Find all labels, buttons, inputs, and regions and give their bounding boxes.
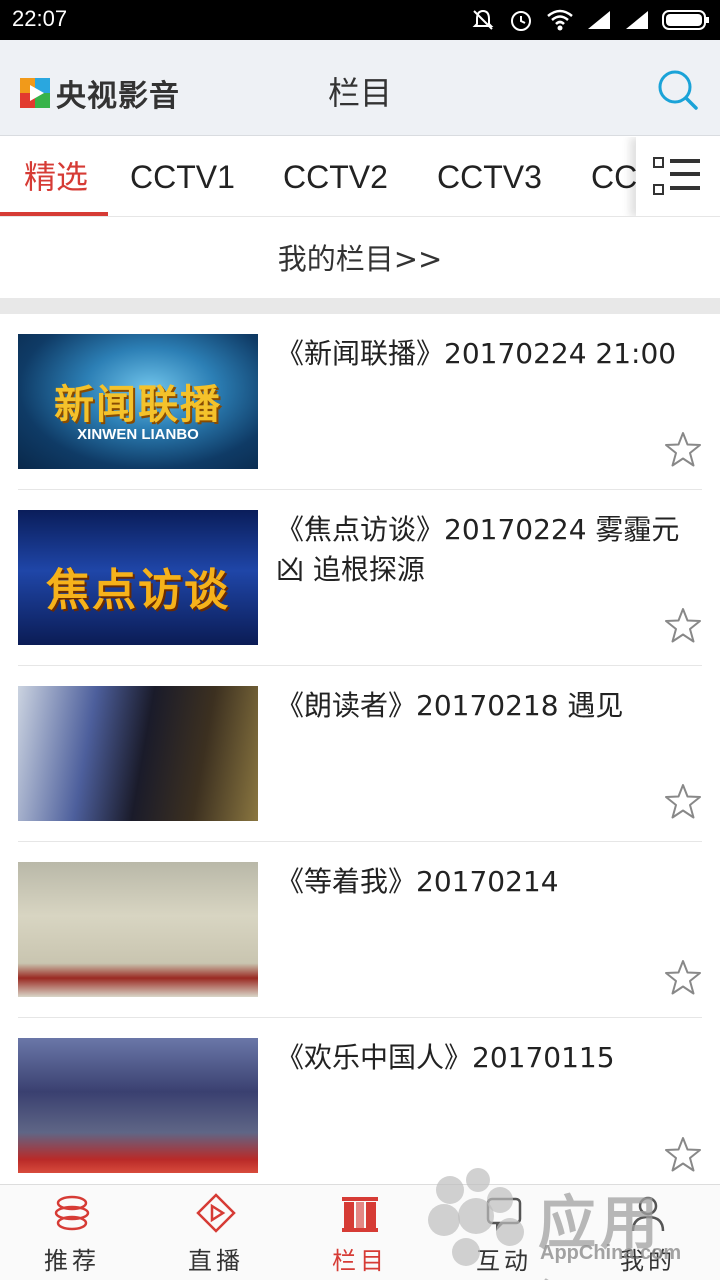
program-title[interactable]: 《焦点访谈》20170224 雾霾元凶 追根探源 xyxy=(276,510,686,590)
program-thumbnail[interactable] xyxy=(18,862,258,997)
nav-interact[interactable]: 互动 xyxy=(432,1185,576,1280)
program-title[interactable]: 《等着我》20170214 xyxy=(276,862,686,902)
list-item[interactable]: 《朗读者》20170218 遇见 xyxy=(18,666,702,842)
alarm-icon xyxy=(511,11,531,31)
status-icons xyxy=(470,6,710,34)
thumbnail-subtitle: XINWEN LIANBO xyxy=(77,426,199,443)
nav-recommend[interactable]: 推荐 xyxy=(0,1185,144,1280)
play-icon xyxy=(196,1193,236,1233)
program-list: 新闻联播 XINWEN LIANBO 《新闻联播》20170224 21:00 … xyxy=(0,314,720,1194)
app-header: 央视影音 栏目 xyxy=(0,40,720,136)
list-item[interactable]: 《欢乐中国人》20170115 xyxy=(18,1018,702,1194)
signal-icon xyxy=(626,11,648,29)
nav-label: 我的 xyxy=(620,1247,676,1275)
nav-live[interactable]: 直播 xyxy=(144,1185,288,1280)
mute-icon xyxy=(472,9,494,30)
channel-list-button[interactable] xyxy=(636,137,720,216)
nav-label: 栏目 xyxy=(332,1247,388,1275)
tab-cctv2[interactable]: CCTV2 xyxy=(283,137,388,216)
nav-mine[interactable]: 我的 xyxy=(576,1185,720,1280)
active-tab-indicator xyxy=(0,212,108,216)
bottom-nav: 推荐 直播 栏目 互动 我的 xyxy=(0,1184,720,1280)
tab-cctv4-partial[interactable]: CC xyxy=(591,137,637,216)
section-divider xyxy=(0,298,720,314)
recommend-icon xyxy=(54,1195,90,1231)
status-bar: 22:07 xyxy=(0,0,720,40)
star-icon[interactable] xyxy=(664,1136,702,1174)
signal-icon xyxy=(588,11,610,29)
program-thumbnail[interactable]: 焦点访谈 xyxy=(18,510,258,645)
page-title: 栏目 xyxy=(327,74,392,112)
nav-label: 直播 xyxy=(188,1247,244,1275)
program-title[interactable]: 《新闻联播》20170224 21:00 xyxy=(276,334,686,374)
list-menu-icon xyxy=(653,157,700,195)
list-item[interactable]: 焦点访谈 《焦点访谈》20170224 雾霾元凶 追根探源 xyxy=(18,490,702,666)
columns-icon xyxy=(342,1197,378,1232)
program-title[interactable]: 《朗读者》20170218 遇见 xyxy=(276,686,686,726)
list-item[interactable]: 新闻联播 XINWEN LIANBO 《新闻联播》20170224 21:00 xyxy=(18,314,702,490)
chat-icon xyxy=(486,1197,522,1231)
program-thumbnail[interactable]: 新闻联播 XINWEN LIANBO xyxy=(18,334,258,469)
nav-columns[interactable]: 栏目 xyxy=(288,1185,432,1280)
star-icon[interactable] xyxy=(664,607,702,645)
status-time: 22:07 xyxy=(12,6,68,31)
program-title[interactable]: 《欢乐中国人》20170115 xyxy=(276,1038,686,1078)
star-icon[interactable] xyxy=(664,783,702,821)
star-icon[interactable] xyxy=(664,959,702,997)
user-icon xyxy=(631,1196,665,1232)
list-item[interactable]: 《等着我》20170214 xyxy=(18,842,702,1018)
tab-cctv1[interactable]: CCTV1 xyxy=(130,137,235,216)
wifi-icon xyxy=(547,9,573,31)
nav-label: 互动 xyxy=(476,1247,532,1275)
my-columns-link[interactable]: 我的栏目>> xyxy=(0,218,720,300)
nav-label: 推荐 xyxy=(44,1247,100,1275)
tab-cctv3[interactable]: CCTV3 xyxy=(437,137,542,216)
program-thumbnail[interactable] xyxy=(18,686,258,821)
search-icon[interactable] xyxy=(656,68,698,110)
battery-icon xyxy=(662,10,709,30)
tab-featured[interactable]: 精选 xyxy=(24,137,88,216)
channel-tabs: 精选 CCTV1 CCTV2 CCTV3 CC xyxy=(0,137,720,217)
star-icon[interactable] xyxy=(664,431,702,469)
program-thumbnail[interactable] xyxy=(18,1038,258,1173)
thumbnail-title: 新闻联播 xyxy=(54,382,222,428)
thumbnail-title: 焦点访谈 xyxy=(46,565,230,616)
